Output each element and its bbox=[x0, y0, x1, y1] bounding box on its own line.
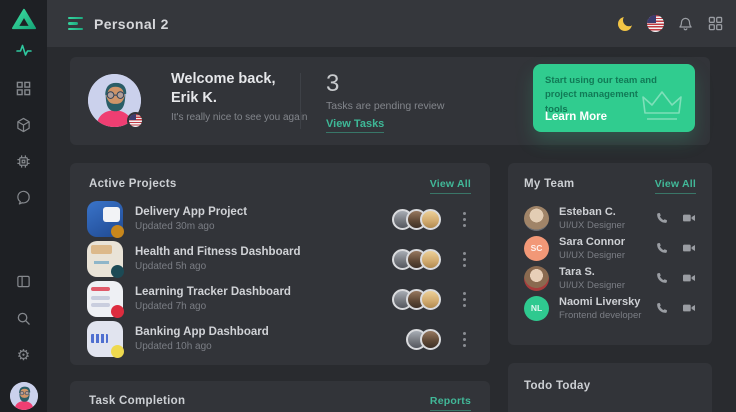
project-thumbnail bbox=[87, 321, 123, 357]
menu-toggle-icon[interactable] bbox=[68, 17, 84, 30]
project-thumbnail bbox=[87, 281, 123, 317]
chip-icon[interactable] bbox=[0, 153, 47, 169]
avatar bbox=[420, 209, 441, 230]
crown-icon bbox=[639, 87, 685, 125]
project-row[interactable]: Health and Fitness Dashboard Updated 5h … bbox=[70, 239, 490, 279]
task-completion-title: Task Completion bbox=[89, 395, 185, 407]
welcome-banner: Welcome back, Erik K. It's really nice t… bbox=[70, 57, 710, 145]
projects-view-all-link[interactable]: View All bbox=[430, 178, 471, 194]
project-name: Delivery App Project bbox=[135, 206, 392, 218]
member-role: UI/UX Designer bbox=[559, 250, 655, 261]
member-name: Esteban C. bbox=[559, 206, 655, 218]
project-members-avatars bbox=[392, 289, 441, 310]
project-name: Health and Fitness Dashboard bbox=[135, 246, 392, 258]
project-members-avatars bbox=[392, 209, 441, 230]
pending-tasks-count: 3 bbox=[326, 72, 444, 96]
active-projects-title: Active Projects bbox=[89, 178, 177, 190]
call-phone-icon[interactable] bbox=[655, 301, 669, 315]
search-icon[interactable] bbox=[0, 310, 47, 326]
task-completion-card: Task Completion Reports bbox=[70, 381, 490, 412]
avatar bbox=[420, 289, 441, 310]
call-phone-icon[interactable] bbox=[655, 241, 669, 255]
top-header: Personal 2 bbox=[47, 0, 736, 47]
reports-link[interactable]: Reports bbox=[430, 395, 471, 411]
member-name: Naomi Liversky bbox=[559, 296, 655, 308]
project-members-avatars bbox=[406, 329, 441, 350]
project-updated: Updated 7h ago bbox=[135, 301, 392, 312]
package-cube-icon[interactable] bbox=[0, 117, 47, 133]
my-team-card: My Team View All Esteban C. UI/UX Design… bbox=[508, 163, 712, 345]
activity-icon[interactable] bbox=[0, 42, 47, 58]
divider bbox=[300, 73, 301, 129]
video-call-icon[interactable] bbox=[682, 211, 696, 225]
language-flag-icon[interactable] bbox=[646, 15, 664, 33]
project-name: Learning Tracker Dashboard bbox=[135, 286, 392, 298]
member-role: Frontend developer bbox=[559, 310, 655, 321]
sidebar: ⚙ bbox=[0, 0, 47, 412]
project-members-avatars bbox=[392, 249, 441, 270]
project-menu-icon[interactable] bbox=[455, 329, 473, 349]
view-tasks-link[interactable]: View Tasks bbox=[326, 118, 384, 133]
my-team-title: My Team bbox=[524, 178, 574, 190]
member-name: Sara Connor bbox=[559, 236, 655, 248]
project-updated: Updated 5h ago bbox=[135, 261, 392, 272]
member-name: Tara S. bbox=[559, 266, 655, 278]
member-avatar bbox=[524, 206, 549, 231]
project-thumbnail bbox=[87, 241, 123, 277]
pending-tasks-label: Tasks are pending review bbox=[326, 100, 444, 112]
project-updated: Updated 30m ago bbox=[135, 221, 392, 232]
team-member-row[interactable]: SC Sara Connor UI/UX Designer bbox=[508, 233, 712, 263]
member-role: UI/UX Designer bbox=[559, 280, 655, 291]
team-member-row[interactable]: Esteban C. UI/UX Designer bbox=[508, 203, 712, 233]
promo-card[interactable]: Start using our team and project managem… bbox=[533, 64, 695, 132]
project-row[interactable]: Learning Tracker Dashboard Updated 7h ag… bbox=[70, 279, 490, 319]
team-view-all-link[interactable]: View All bbox=[655, 178, 696, 194]
member-avatar bbox=[524, 266, 549, 291]
sidebar-user-avatar[interactable] bbox=[0, 382, 47, 410]
user-avatar bbox=[88, 74, 141, 127]
team-member-row[interactable]: Tara S. UI/UX Designer bbox=[508, 263, 712, 293]
welcome-subtitle: It's really nice to see you again bbox=[171, 112, 307, 123]
settings-gear-icon[interactable]: ⚙ bbox=[0, 346, 47, 364]
member-role: UI/UX Designer bbox=[559, 220, 655, 231]
avatar bbox=[420, 249, 441, 270]
us-flag-badge-icon bbox=[127, 112, 144, 129]
project-updated: Updated 10h ago bbox=[135, 341, 406, 352]
call-phone-icon[interactable] bbox=[655, 211, 669, 225]
project-name: Banking App Dashboard bbox=[135, 326, 406, 338]
member-avatar: NL bbox=[524, 296, 549, 321]
call-phone-icon[interactable] bbox=[655, 271, 669, 285]
project-menu-icon[interactable] bbox=[455, 289, 473, 309]
dashboard-grid-icon[interactable] bbox=[0, 80, 47, 96]
layout-columns-icon[interactable] bbox=[0, 273, 47, 289]
todo-today-card: Todo Today bbox=[508, 363, 712, 412]
active-projects-card: Active Projects View All Delivery App Pr… bbox=[70, 163, 490, 365]
video-call-icon[interactable] bbox=[682, 301, 696, 315]
video-call-icon[interactable] bbox=[682, 241, 696, 255]
dark-mode-moon-icon[interactable] bbox=[616, 15, 634, 33]
learn-more-button[interactable]: Learn More bbox=[545, 111, 607, 123]
avatar bbox=[420, 329, 441, 350]
page-title: Personal 2 bbox=[94, 16, 169, 32]
chat-bubble-icon[interactable] bbox=[0, 189, 47, 205]
project-row[interactable]: Banking App Dashboard Updated 10h ago bbox=[70, 319, 490, 359]
member-avatar: SC bbox=[524, 236, 549, 261]
project-menu-icon[interactable] bbox=[455, 209, 473, 229]
project-row[interactable]: Delivery App Project Updated 30m ago bbox=[70, 199, 490, 239]
welcome-greeting: Welcome back, Erik K. bbox=[171, 70, 307, 108]
project-thumbnail bbox=[87, 201, 123, 237]
project-menu-icon[interactable] bbox=[455, 249, 473, 269]
apps-grid-icon[interactable] bbox=[706, 15, 724, 33]
team-member-row[interactable]: NL Naomi Liversky Frontend developer bbox=[508, 293, 712, 323]
video-call-icon[interactable] bbox=[682, 271, 696, 285]
app-logo-icon[interactable] bbox=[0, 6, 47, 32]
notifications-bell-icon[interactable] bbox=[676, 15, 694, 33]
todo-today-title: Todo Today bbox=[524, 380, 590, 392]
